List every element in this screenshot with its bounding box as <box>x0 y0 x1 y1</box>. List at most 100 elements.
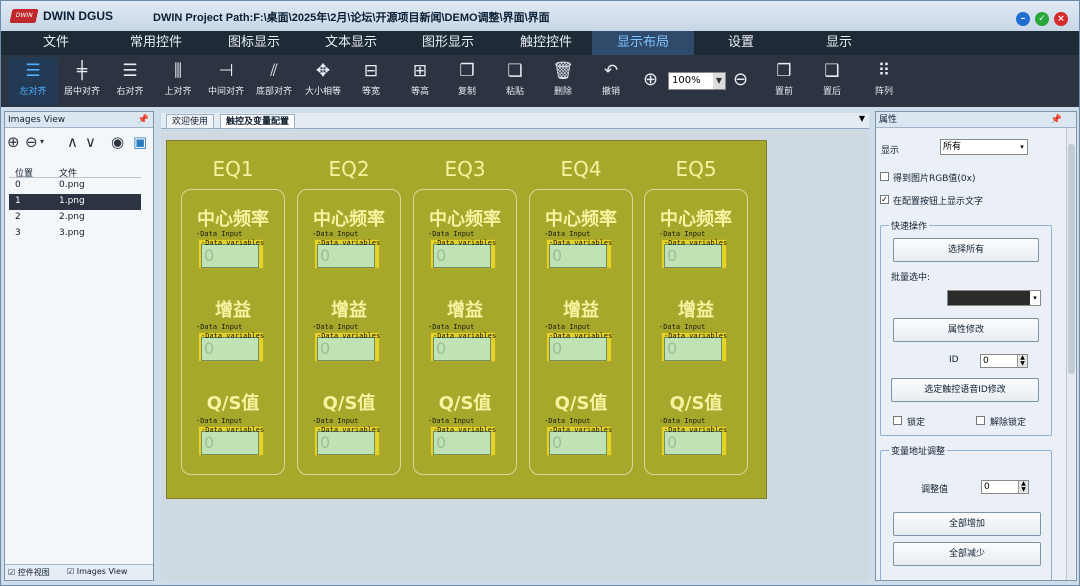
value-field[interactable]: 0 <box>549 431 607 455</box>
data-input-control[interactable]: 0 -Data Input -Data variables <box>181 230 285 280</box>
data-input-control[interactable]: 0 -Data Input -Data variables <box>297 230 401 280</box>
lock-checkbox[interactable] <box>893 416 902 425</box>
value-field[interactable]: 0 <box>433 431 491 455</box>
same-width-button[interactable]: ⊟ 等宽 <box>346 57 396 105</box>
menu-display-layout[interactable]: 显示布局 <box>592 31 694 55</box>
copy-button[interactable]: ❐ 复制 <box>442 57 492 105</box>
batch-select[interactable]: ▾ <box>947 290 1041 306</box>
undo-button[interactable]: ↶ 撤销 <box>586 57 636 105</box>
table-row[interactable]: 1 1.png <box>9 194 141 210</box>
show-text-checkbox[interactable]: ✓ <box>880 195 889 204</box>
adjust-spinner[interactable]: 0 ▲ ▼ <box>981 480 1029 494</box>
menu-touch-controls[interactable]: 触控控件 <box>506 31 586 55</box>
display-select[interactable]: 所有 ▾ <box>940 139 1028 155</box>
value-field[interactable]: 0 <box>317 337 375 361</box>
tab-images-view[interactable]: ☑ Images View <box>67 567 127 576</box>
align-top-button[interactable]: ⫼ 上对齐 <box>153 57 203 105</box>
add-icon[interactable]: ⊕ <box>7 133 20 151</box>
value-field[interactable]: 0 <box>433 244 491 268</box>
increase-all-button[interactable]: 全部增加 <box>893 512 1041 536</box>
value-field[interactable]: 0 <box>201 431 259 455</box>
properties-scrollbar[interactable] <box>1066 128 1075 580</box>
pin-icon[interactable]: 📌 <box>138 112 149 128</box>
menu-text-display[interactable]: 文本显示 <box>311 31 391 55</box>
menu-file[interactable]: 文件 <box>21 31 91 55</box>
canvas-area: EQ1 中心频率 0 -Data Input -Data variables 增益 0 -Da… <box>161 130 869 581</box>
data-input-control[interactable]: 0 -Data Input -Data variables <box>529 417 633 467</box>
data-input-control[interactable]: 0 -Data Input -Data variables <box>297 417 401 467</box>
value-field[interactable]: 0 <box>549 337 607 361</box>
minimize-button[interactable]: – <box>1016 12 1030 26</box>
value-field[interactable]: 0 <box>433 337 491 361</box>
align-center-button[interactable]: ╪ 居中对齐 <box>57 57 107 105</box>
data-input-control[interactable]: 0 -Data Input -Data variables <box>529 230 633 280</box>
table-row[interactable]: 0 0.png <box>9 178 141 194</box>
tab-controls-view[interactable]: ☑ 控件视图 <box>8 567 50 578</box>
move-down-icon[interactable]: ∨ <box>85 133 96 151</box>
data-input-control[interactable]: 0 -Data Input -Data variables <box>181 323 285 373</box>
image-icon[interactable]: ▣ <box>133 133 147 151</box>
maximize-button[interactable]: ✓ <box>1035 12 1049 26</box>
align-right-button[interactable]: ☰ 右对齐 <box>105 57 155 105</box>
value-field[interactable]: 0 <box>317 431 375 455</box>
paste-icon: ❏ <box>507 61 523 81</box>
chevron-down-icon[interactable]: ▼ <box>859 114 865 123</box>
value-field[interactable]: 0 <box>664 244 722 268</box>
align-middle-button[interactable]: ⊣ 中间对齐 <box>201 57 251 105</box>
data-input-control[interactable]: 0 -Data Input -Data variables <box>644 323 748 373</box>
value-field[interactable]: 0 <box>664 431 722 455</box>
zoom-in-icon[interactable]: ⊕ <box>643 69 658 90</box>
same-size-button[interactable]: ✥ 大小相等 <box>298 57 348 105</box>
tab-welcome[interactable]: 欢迎使用 <box>166 114 215 129</box>
value-field[interactable]: 0 <box>664 337 722 361</box>
data-input-control[interactable]: 0 -Data Input -Data variables <box>644 417 748 467</box>
eq-column-title: EQ1 <box>212 157 254 181</box>
value-field[interactable]: 0 <box>201 337 259 361</box>
align-bottom-button[interactable]: ⫽ 底部对齐 <box>249 57 299 105</box>
delete-button[interactable]: 🗑 删除 <box>538 57 588 105</box>
zoom-select[interactable]: 100% ▼ <box>668 72 726 90</box>
paste-button[interactable]: ❏ 粘贴 <box>490 57 540 105</box>
table-row[interactable]: 3 3.png <box>9 226 141 242</box>
menu-display[interactable]: 显示 <box>804 31 874 55</box>
id-spinner[interactable]: 0 ▲ ▼ <box>980 354 1028 368</box>
design-page[interactable]: EQ1 中心频率 0 -Data Input -Data variables 增益 0 -Da… <box>166 140 767 499</box>
data-input-control[interactable]: 0 -Data Input -Data variables <box>413 323 517 373</box>
value-field[interactable]: 0 <box>549 244 607 268</box>
data-input-control[interactable]: 0 -Data Input -Data variables <box>181 417 285 467</box>
menu-settings[interactable]: 设置 <box>706 31 776 55</box>
remove-icon[interactable]: ⊖ <box>25 133 38 151</box>
pin-icon[interactable]: 📌 <box>1051 112 1062 128</box>
data-input-control[interactable]: 0 -Data Input -Data variables <box>413 417 517 467</box>
value-field[interactable]: 0 <box>317 244 375 268</box>
rgb-checkbox[interactable] <box>880 172 889 181</box>
tab-touch-config[interactable]: 触控及变量配置 <box>220 114 296 129</box>
app-window: DWIN DWIN DGUS DWIN Project Path:F:\桌面\2… <box>0 0 1080 586</box>
close-button[interactable]: × <box>1054 12 1068 26</box>
value-field[interactable]: 0 <box>201 244 259 268</box>
data-input-control[interactable]: 0 -Data Input -Data variables <box>297 323 401 373</box>
data-input-control[interactable]: 0 -Data Input -Data variables <box>529 323 633 373</box>
same-height-button[interactable]: ⊞ 等高 <box>395 57 445 105</box>
data-input-control[interactable]: 0 -Data Input -Data variables <box>644 230 748 280</box>
voice-id-modify-button[interactable]: 选定触控语音ID修改 <box>891 378 1039 402</box>
eq-column-title: EQ3 <box>444 157 486 181</box>
data-input-control[interactable]: 0 -Data Input -Data variables <box>413 230 517 280</box>
align-left-button[interactable]: ☰ 左对齐 <box>8 57 58 105</box>
unlock-checkbox[interactable] <box>976 416 985 425</box>
send-back-button[interactable]: ❑ 置后 <box>807 57 857 105</box>
table-row[interactable]: 2 2.png <box>9 210 141 226</box>
decrease-all-button[interactable]: 全部减少 <box>893 542 1041 566</box>
menu-icon-display[interactable]: 图标显示 <box>214 31 294 55</box>
move-up-icon[interactable]: ∧ <box>67 133 78 151</box>
zoom-out-icon[interactable]: ⊖ <box>733 69 748 90</box>
menu-common-controls[interactable]: 常用控件 <box>116 31 196 55</box>
control-var-label: -Data variables <box>201 332 265 340</box>
view-icon[interactable]: ◉ <box>111 133 124 151</box>
attr-modify-button[interactable]: 属性修改 <box>893 318 1039 342</box>
bring-front-button[interactable]: ❒ 置前 <box>759 57 809 105</box>
menu-graphic-display[interactable]: 图形显示 <box>408 31 488 55</box>
array-button[interactable]: ⠿ 阵列 <box>859 57 909 105</box>
chevron-down-icon[interactable]: ▾ <box>40 137 44 146</box>
select-all-button[interactable]: 选择所有 <box>893 238 1039 262</box>
